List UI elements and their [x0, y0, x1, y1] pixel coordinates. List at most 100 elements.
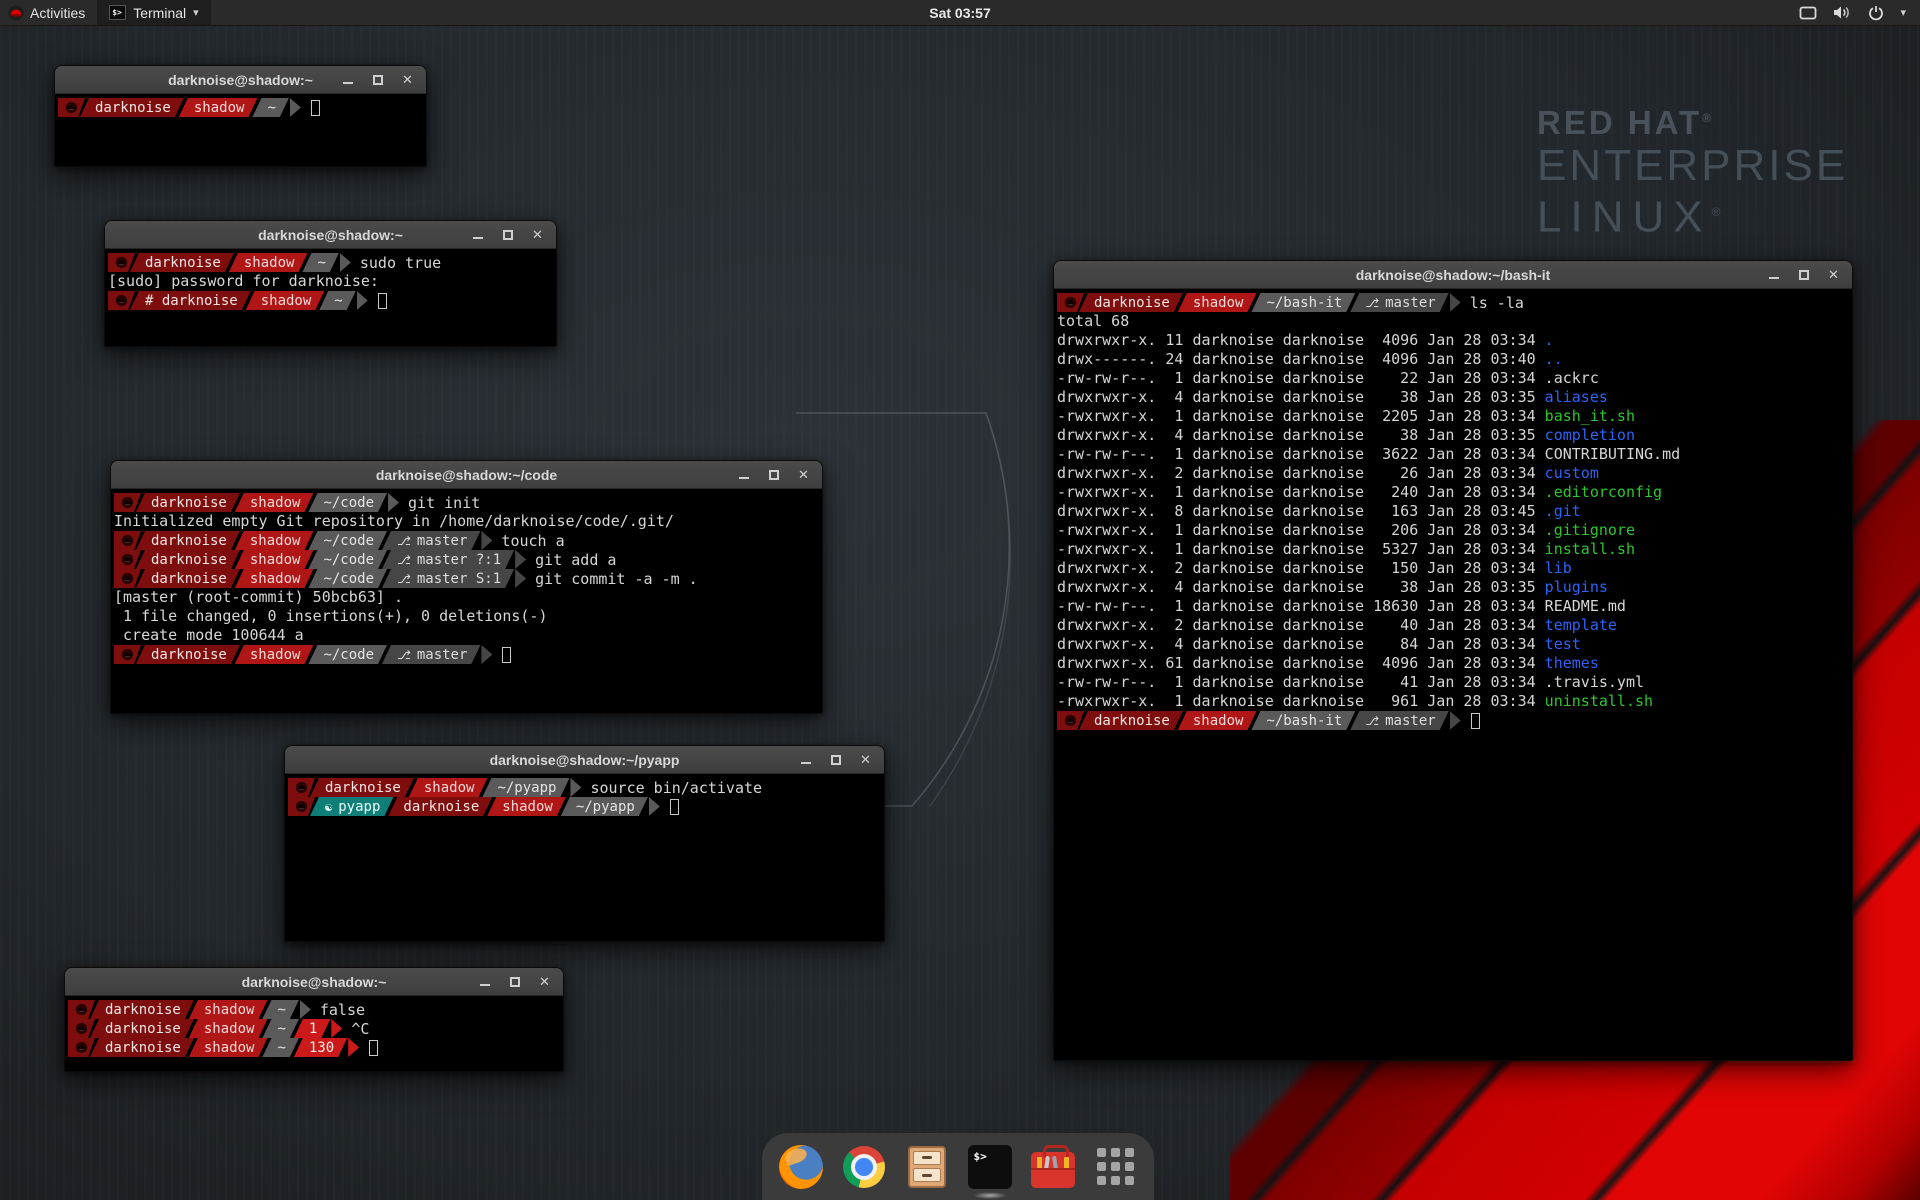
window-buttons: ✕ [737, 468, 822, 481]
dock-files-icon[interactable] [904, 1144, 950, 1190]
close-button[interactable]: ✕ [538, 975, 551, 988]
brand-enterprise: ENTERPRISE [1537, 142, 1848, 189]
power-icon[interactable] [1868, 5, 1884, 21]
powerline-segment-u: darknoise [130, 253, 234, 272]
close-button[interactable]: ✕ [797, 468, 810, 481]
terminal-content[interactable]: darknoiseshadow~/pyappsource bin/activat… [285, 774, 884, 941]
terminal-window-code: darknoise@shadow:~/code✕darknoiseshadow~… [110, 460, 823, 714]
dock-toolbox-icon[interactable] [1030, 1144, 1076, 1190]
minimize-button[interactable] [478, 975, 491, 988]
prompt-arrow [1450, 711, 1461, 730]
redhat-icon [288, 778, 315, 797]
ls-output-line: drwxrwxr-x. 2 darknoise darknoise 26 Jan… [1057, 464, 1850, 483]
maximize-button[interactable] [829, 753, 842, 766]
terminal-window-bashit: darknoise@shadow:~/bash-it✕darknoiseshad… [1053, 260, 1853, 1061]
prompt-line: darknoiseshadow~/codegit init [114, 493, 820, 512]
prompt-arrow [300, 1000, 311, 1019]
maximize-button[interactable] [1797, 268, 1810, 281]
display-icon[interactable] [1799, 6, 1817, 20]
ls-output-line: -rwxrwxr-x. 1 darknoise darknoise 240 Ja… [1057, 483, 1850, 502]
titlebar[interactable]: darknoise@shadow:~✕ [105, 221, 556, 249]
powerline-segment-u: darknoise [388, 797, 492, 816]
redhat-icon [68, 1038, 95, 1057]
minimize-button[interactable] [341, 73, 354, 86]
git-branch-icon: ⎇ [1365, 296, 1379, 310]
powerline-segment-h: shadow [189, 1038, 268, 1057]
powerline-segment-h: shadow [229, 253, 308, 272]
terminal-content[interactable]: darknoiseshadow~falsedarknoiseshadow~1^C… [65, 996, 563, 1071]
maximize-button[interactable] [767, 468, 780, 481]
clock[interactable]: Sat 03:57 [929, 5, 990, 21]
dock-firefox-icon[interactable] [778, 1144, 824, 1190]
minimize-button[interactable] [471, 228, 484, 241]
file-name: template [1545, 616, 1617, 634]
terminal-content[interactable]: darknoiseshadow~/bash-it⎇masterls -latot… [1054, 289, 1852, 1060]
ls-output-line: drwxrwxr-x. 4 darknoise darknoise 38 Jan… [1057, 426, 1850, 445]
ls-output-line: -rwxrwxr-x. 1 darknoise darknoise 2205 J… [1057, 407, 1850, 426]
redhat-prompt-icon [121, 496, 134, 509]
command-text: touch a [501, 532, 564, 550]
redhat-icon [58, 98, 85, 117]
terminal-cursor [369, 1040, 378, 1056]
dock-chrome-icon[interactable] [841, 1144, 887, 1190]
powerline-segment-d: ~/pyapp [482, 778, 569, 797]
activities-button[interactable]: Activities [0, 0, 97, 25]
powerline-segment-u: darknoise [136, 493, 240, 512]
prompt-arrow [340, 253, 351, 272]
close-button[interactable]: ✕ [401, 73, 414, 86]
file-name: .editorconfig [1545, 483, 1662, 501]
terminal-content[interactable]: darknoiseshadow~/codegit initInitialized… [111, 489, 822, 713]
redhat-icon [114, 531, 141, 550]
powerline-segment-d: ~/code [308, 531, 387, 550]
app-grid-app-icon [1097, 1148, 1134, 1185]
terminal-cursor [378, 293, 387, 309]
volume-icon[interactable] [1833, 5, 1852, 20]
titlebar[interactable]: darknoise@shadow:~✕ [55, 66, 426, 94]
minimize-button[interactable] [737, 468, 750, 481]
prompt-line: darknoiseshadow~/code⎇mastertouch a [114, 531, 820, 550]
maximize-button[interactable] [508, 975, 521, 988]
window-title: darknoise@shadow:~/bash-it [1054, 267, 1852, 283]
maximize-button[interactable] [371, 73, 384, 86]
redhat-prompt-icon [295, 781, 308, 794]
window-buttons: ✕ [478, 975, 563, 988]
close-button[interactable]: ✕ [1827, 268, 1840, 281]
minimize-button[interactable] [1767, 268, 1780, 281]
prompt-arrow [1450, 293, 1461, 312]
titlebar[interactable]: darknoise@shadow:~/pyapp✕ [285, 746, 884, 774]
window-title: darknoise@shadow:~/pyapp [285, 752, 884, 768]
powerline-segment-d: ~ [262, 1019, 298, 1038]
ls-output-line: -rw-rw-r--. 1 darknoise darknoise 18630 … [1057, 597, 1850, 616]
powerline-segment-u: darknoise [80, 98, 184, 117]
close-button[interactable]: ✕ [859, 753, 872, 766]
close-button[interactable]: ✕ [531, 228, 544, 241]
ls-output-line: drwxrwxr-x. 11 darknoise darknoise 4096 … [1057, 331, 1850, 350]
titlebar[interactable]: darknoise@shadow:~/bash-it✕ [1054, 261, 1852, 289]
prompt-line: darknoiseshadow~false [68, 1000, 561, 1019]
ls-output-line: -rw-rw-r--. 1 darknoise darknoise 22 Jan… [1057, 369, 1850, 388]
powerline-segment-g: ⎇master [382, 531, 480, 550]
dock-terminal-icon[interactable]: $> [967, 1144, 1013, 1190]
system-menu-chevron-icon[interactable]: ▾ [1900, 6, 1906, 19]
powerline-segment-g: ⎇master [1350, 711, 1448, 730]
dock-app-grid-icon[interactable] [1093, 1144, 1139, 1190]
maximize-button[interactable] [501, 228, 514, 241]
terminal-output-line: [master (root-commit) 50bcb63] . [114, 588, 820, 607]
file-name: install.sh [1545, 540, 1635, 558]
ls-output-line: drwxrwxr-x. 4 darknoise darknoise 38 Jan… [1057, 578, 1850, 597]
ls-output-line: drwxrwxr-x. 2 darknoise darknoise 150 Ja… [1057, 559, 1850, 578]
terminal-content[interactable]: darknoiseshadow~sudo true[sudo] password… [105, 249, 556, 346]
terminal-content[interactable]: darknoiseshadow~ [55, 94, 426, 166]
terminal-cursor [670, 799, 679, 815]
minimize-button[interactable] [799, 753, 812, 766]
powerline-segment-u: # darknoise [130, 291, 251, 310]
titlebar[interactable]: darknoise@shadow:~✕ [65, 968, 563, 996]
terminal-app-icon: $> [968, 1145, 1012, 1189]
prompt-arrow [649, 797, 660, 816]
app-menu-terminal[interactable]: $> Terminal ▾ [97, 0, 210, 25]
redhat-icon [68, 1019, 95, 1038]
file-name: lib [1545, 559, 1572, 577]
prompt-line: darknoiseshadow~1^C [68, 1019, 561, 1038]
titlebar[interactable]: darknoise@shadow:~/code✕ [111, 461, 822, 489]
file-name: .travis.yml [1545, 673, 1644, 691]
